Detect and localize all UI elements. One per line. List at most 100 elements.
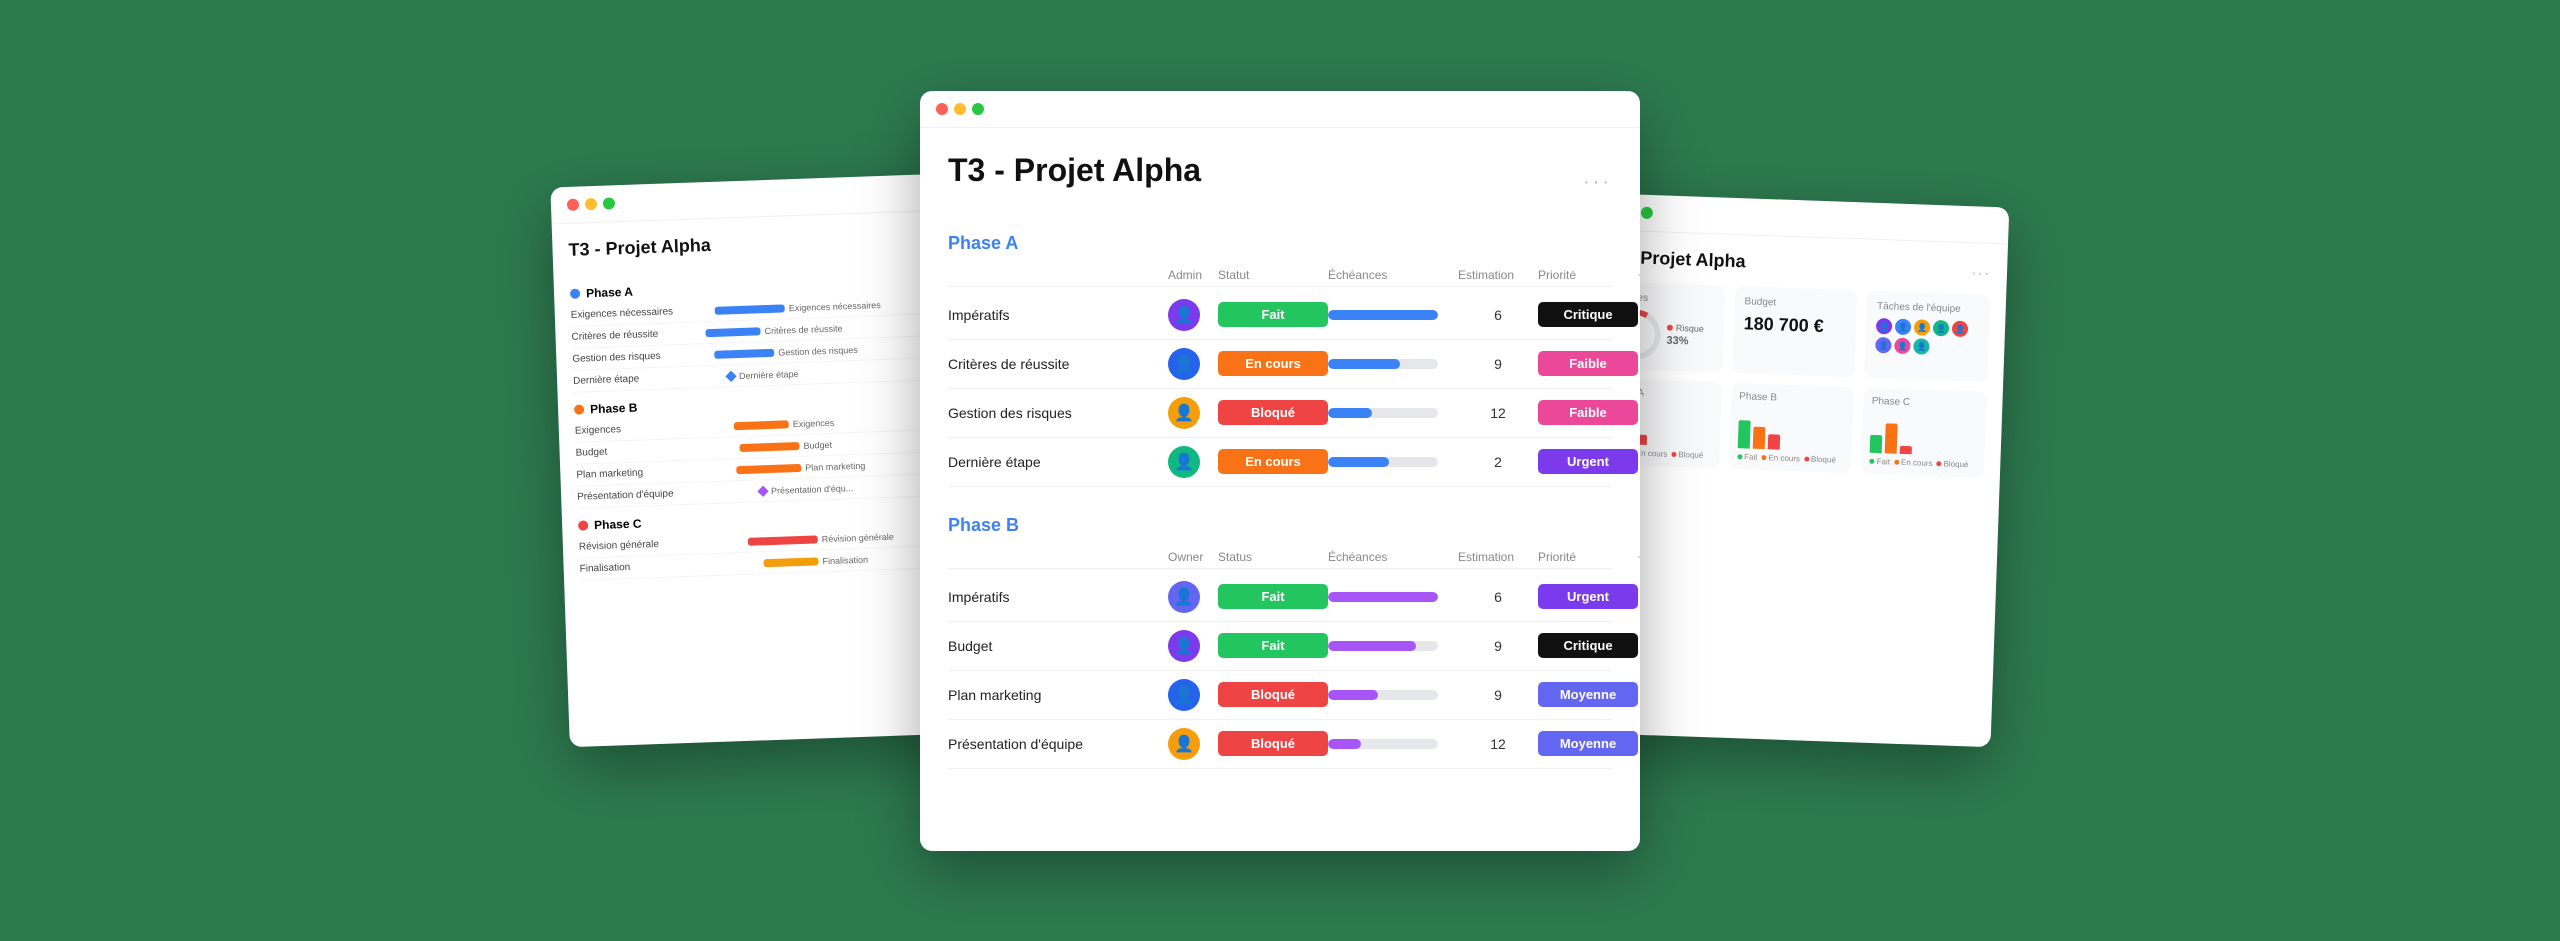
gantt-label-right: Gestion des risques	[778, 344, 858, 357]
phase-a-title: Phase A	[948, 233, 1612, 254]
bar-bloque	[1767, 434, 1780, 449]
legend-item-bloque: Bloqué	[1671, 450, 1703, 460]
phase-bars-row: Phase A Fait En cours	[1596, 378, 1987, 477]
left-traffic-lights	[567, 197, 615, 211]
gantt-bar	[715, 304, 785, 314]
progress-fill	[1328, 641, 1416, 651]
status-badge: Bloqué	[1218, 682, 1328, 707]
team-card: Tâches de l'équipe 👤 👤 👤 👤 👤 👤 👤 👤	[1865, 291, 1991, 382]
team-avatar: 👤	[1952, 321, 1969, 338]
right-more-button[interactable]: ...	[1971, 261, 1991, 280]
phase-a-table-header: Admin Statut Échéances Estimation Priori…	[948, 264, 1612, 287]
estimation-value: 12	[1458, 736, 1538, 752]
gantt-label: Gestion des risques	[572, 350, 692, 365]
col-add: +	[1638, 268, 1640, 282]
gantt-label-right: Présentation d'équ...	[771, 483, 854, 496]
center-title: T3 - Projet Alpha	[948, 152, 1201, 189]
dot-en-cours	[1761, 455, 1766, 460]
avatar: 👤	[1168, 630, 1200, 662]
minimize-button-center[interactable]	[954, 103, 966, 115]
task-name: Présentation d'équipe	[948, 736, 1168, 752]
budget-value: 180 700 €	[1743, 313, 1846, 338]
left-window-title: T3 - Projet Alpha	[568, 235, 711, 261]
maximize-button-left[interactable]	[603, 197, 615, 209]
avatar: 👤	[1168, 299, 1200, 331]
bar-fait	[1870, 435, 1883, 453]
task-name: Impératifs	[948, 589, 1168, 605]
legend-dot-risk	[1667, 325, 1673, 331]
priority-badge: Urgent	[1538, 449, 1638, 474]
team-avatars: 👤 👤 👤 👤 👤 👤 👤 👤	[1875, 318, 1979, 357]
gantt-label: Critères de réussite	[571, 328, 691, 343]
legend-item-en-cours: En cours	[1761, 453, 1800, 463]
dot-bloque	[1671, 452, 1676, 457]
gantt-label: Budget	[575, 444, 695, 459]
legend-label: Risque	[1676, 323, 1704, 334]
phase-a-dot	[570, 289, 580, 299]
label-en-cours: En cours	[1636, 449, 1668, 459]
gantt-label-right: Critères de réussite	[764, 323, 842, 336]
label-bloque: Bloqué	[1811, 455, 1836, 465]
task-name: Gestion des risques	[948, 405, 1168, 421]
bar-bloque	[1900, 446, 1912, 454]
gantt-bar	[748, 535, 818, 545]
bar-chart-b	[1737, 408, 1845, 452]
label-bloque: Bloqué	[1678, 450, 1703, 460]
avatar: 👤	[1168, 679, 1200, 711]
table-row: Présentation d'équipe 👤 Bloqué 12 Moyenn…	[948, 720, 1612, 769]
col-estimation: Estimation	[1458, 268, 1538, 282]
legend-item-en-cours: En cours	[1894, 458, 1933, 468]
col-statut: Statut	[1218, 268, 1328, 282]
minimize-button-left[interactable]	[585, 198, 597, 210]
gantt-bar	[705, 327, 760, 337]
gantt-label-right: Dernière étape	[739, 368, 799, 380]
progress-bar	[1328, 739, 1438, 749]
team-avatar: 👤	[1933, 320, 1950, 337]
avatar: 👤	[1168, 397, 1200, 429]
close-button-center[interactable]	[936, 103, 948, 115]
budget-card-title: Budget	[1744, 296, 1847, 311]
bar-en-cours	[1885, 423, 1898, 453]
task-name: Dernière étape	[948, 454, 1168, 470]
bar-legend-b: Fait En cours Bloqué	[1737, 452, 1844, 465]
risk-pct: 33%	[1666, 335, 1688, 348]
col-admin: Admin	[1168, 268, 1218, 282]
gantt-label: Exigences nécessaires	[571, 306, 691, 321]
phase-a-label: Phase A	[586, 285, 633, 301]
status-badge: Fait	[1218, 584, 1328, 609]
dot-bloque	[1936, 461, 1941, 466]
maximize-button-right[interactable]	[1641, 207, 1653, 219]
priority-badge: Critique	[1538, 633, 1638, 658]
progress-bar	[1328, 641, 1438, 651]
dot-bloque	[1804, 456, 1809, 461]
bar-en-cours	[1752, 427, 1765, 449]
phase-c-label: Phase C	[594, 517, 642, 533]
col-status: Status	[1218, 550, 1328, 564]
phase-c-chart: Phase C Fait En cours	[1861, 388, 1987, 478]
label-fait: Fait	[1877, 457, 1891, 466]
legend-item-fait: Fait	[1737, 452, 1758, 462]
progress-bar	[1328, 592, 1438, 602]
center-more-button[interactable]: ···	[1583, 171, 1612, 194]
team-avatar: 👤	[1876, 318, 1893, 335]
status-badge: En cours	[1218, 449, 1328, 474]
team-card-title: Tâches de l'équipe	[1877, 301, 1980, 316]
col-echeances-b: Échéances	[1328, 550, 1458, 564]
maximize-button-center[interactable]	[972, 103, 984, 115]
col-estimation-b: Estimation	[1458, 550, 1538, 564]
table-row: Dernière étape 👤 En cours 2 Urgent	[948, 438, 1612, 487]
center-traffic-lights	[936, 103, 984, 115]
dot-fait	[1870, 459, 1875, 464]
progress-bar	[1328, 359, 1438, 369]
progress-fill	[1328, 739, 1361, 749]
progress-fill	[1328, 690, 1378, 700]
table-row: Gestion des risques 👤 Bloqué 12 Faible	[948, 389, 1612, 438]
gantt-label-right: Révision générale	[822, 531, 894, 544]
gantt-bar	[763, 557, 818, 567]
phase-b-dot	[574, 404, 584, 414]
dashboard-cards: Risques Risque 33%	[1599, 281, 1990, 381]
col-echeances: Échéances	[1328, 268, 1458, 282]
close-button-left[interactable]	[567, 199, 579, 211]
gantt-content: Phase A Exigences nécessaires Exigences …	[569, 263, 967, 580]
gantt-bar	[739, 441, 799, 451]
